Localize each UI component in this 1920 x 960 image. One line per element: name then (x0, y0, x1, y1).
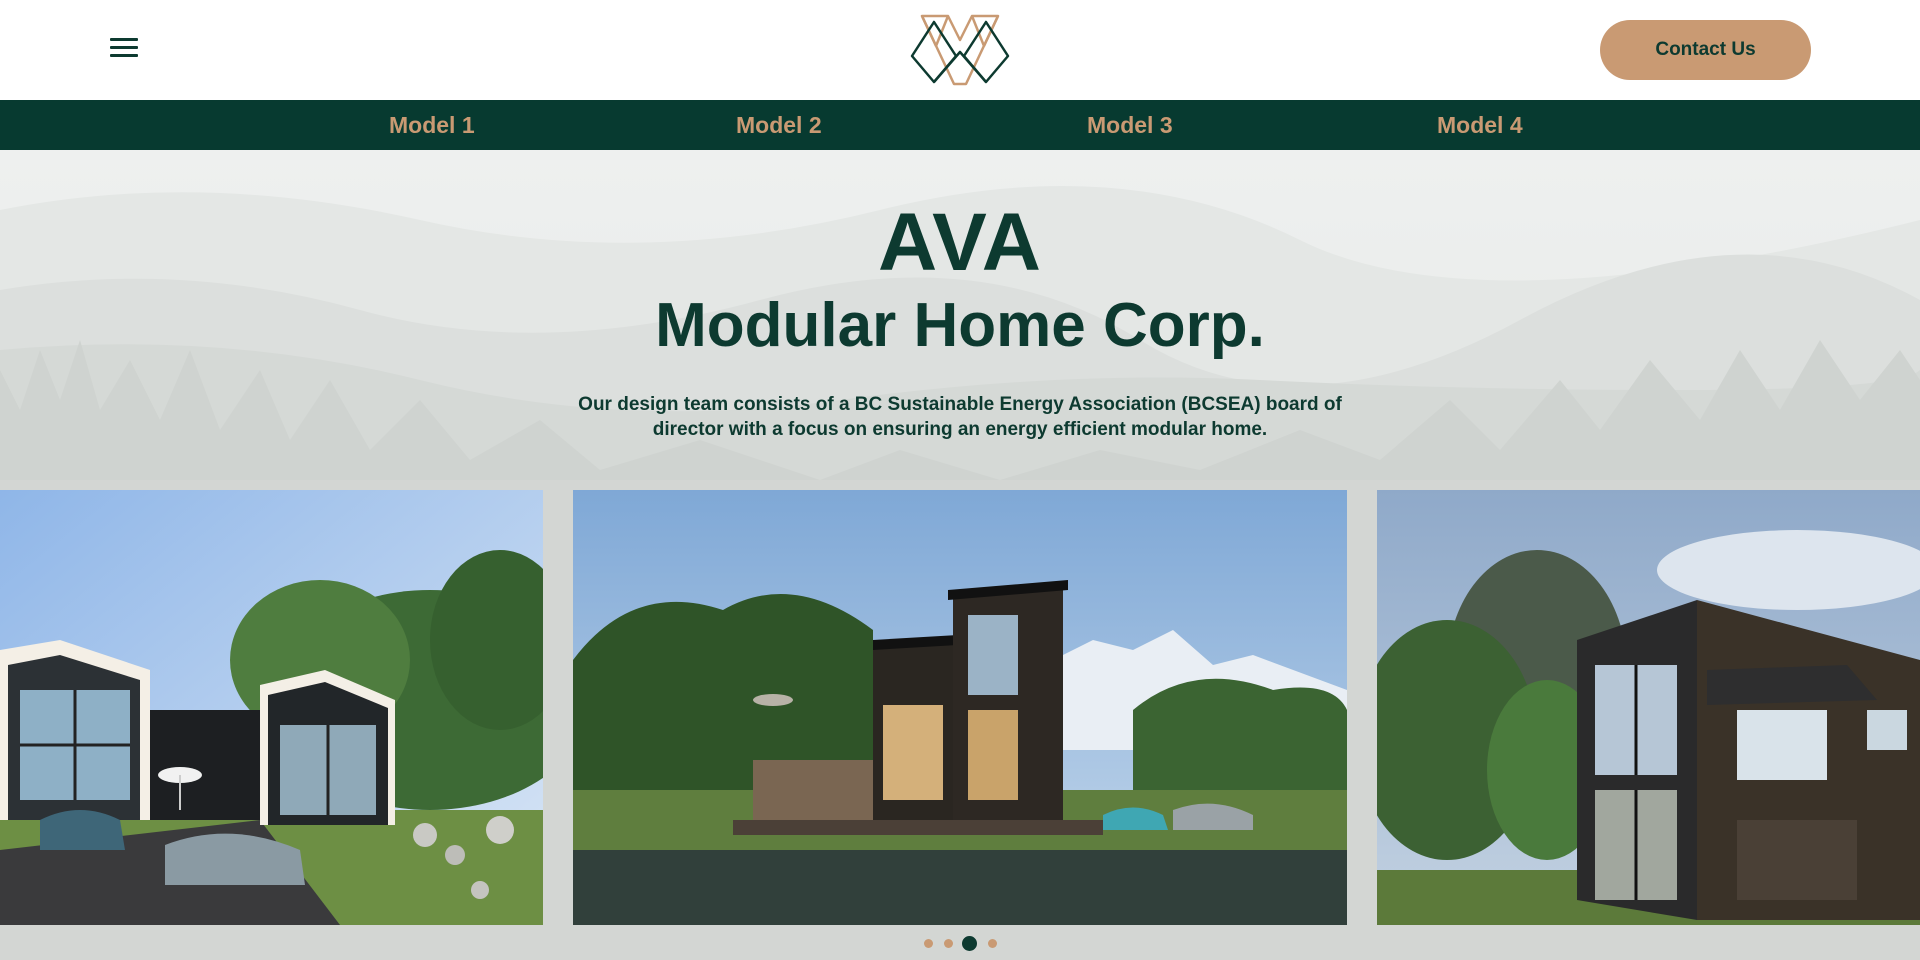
hero-subtitle: Modular Home Corp. (655, 291, 1265, 360)
nav-item-model-1[interactable]: Model 1 (389, 100, 475, 150)
house-render-image (0, 490, 543, 925)
hamburger-menu-icon[interactable] (110, 38, 138, 62)
hero-section: AVA Modular Home Corp. Our design team c… (0, 150, 1920, 960)
nav-item-model-4[interactable]: Model 4 (1437, 100, 1523, 150)
mountain-triangles-logo-icon (910, 14, 1010, 86)
header: Contact Us (0, 0, 1920, 100)
carousel-pagination (0, 934, 1920, 954)
model-nav-bar: Model 1 Model 2 Model 3 Model 4 (0, 100, 1920, 150)
carousel-dot-3-active[interactable] (962, 936, 977, 951)
carousel-slide-2[interactable] (573, 490, 1347, 925)
carousel-dot-1[interactable] (924, 939, 933, 948)
hero-description: Our design team consists of a BC Sustain… (578, 394, 1342, 440)
carousel-dot-2[interactable] (944, 939, 953, 948)
carousel-slide-1[interactable] (0, 490, 543, 925)
nav-item-model-2[interactable]: Model 2 (736, 100, 822, 150)
hero-title: AVA (878, 197, 1042, 288)
carousel-slide-3[interactable] (1377, 490, 1920, 925)
logo[interactable] (910, 12, 1010, 88)
house-render-image (1377, 490, 1920, 925)
carousel-dot-4[interactable] (988, 939, 997, 948)
house-render-image (573, 490, 1347, 925)
contact-us-button[interactable]: Contact Us (1600, 20, 1811, 80)
nav-item-model-3[interactable]: Model 3 (1087, 100, 1173, 150)
